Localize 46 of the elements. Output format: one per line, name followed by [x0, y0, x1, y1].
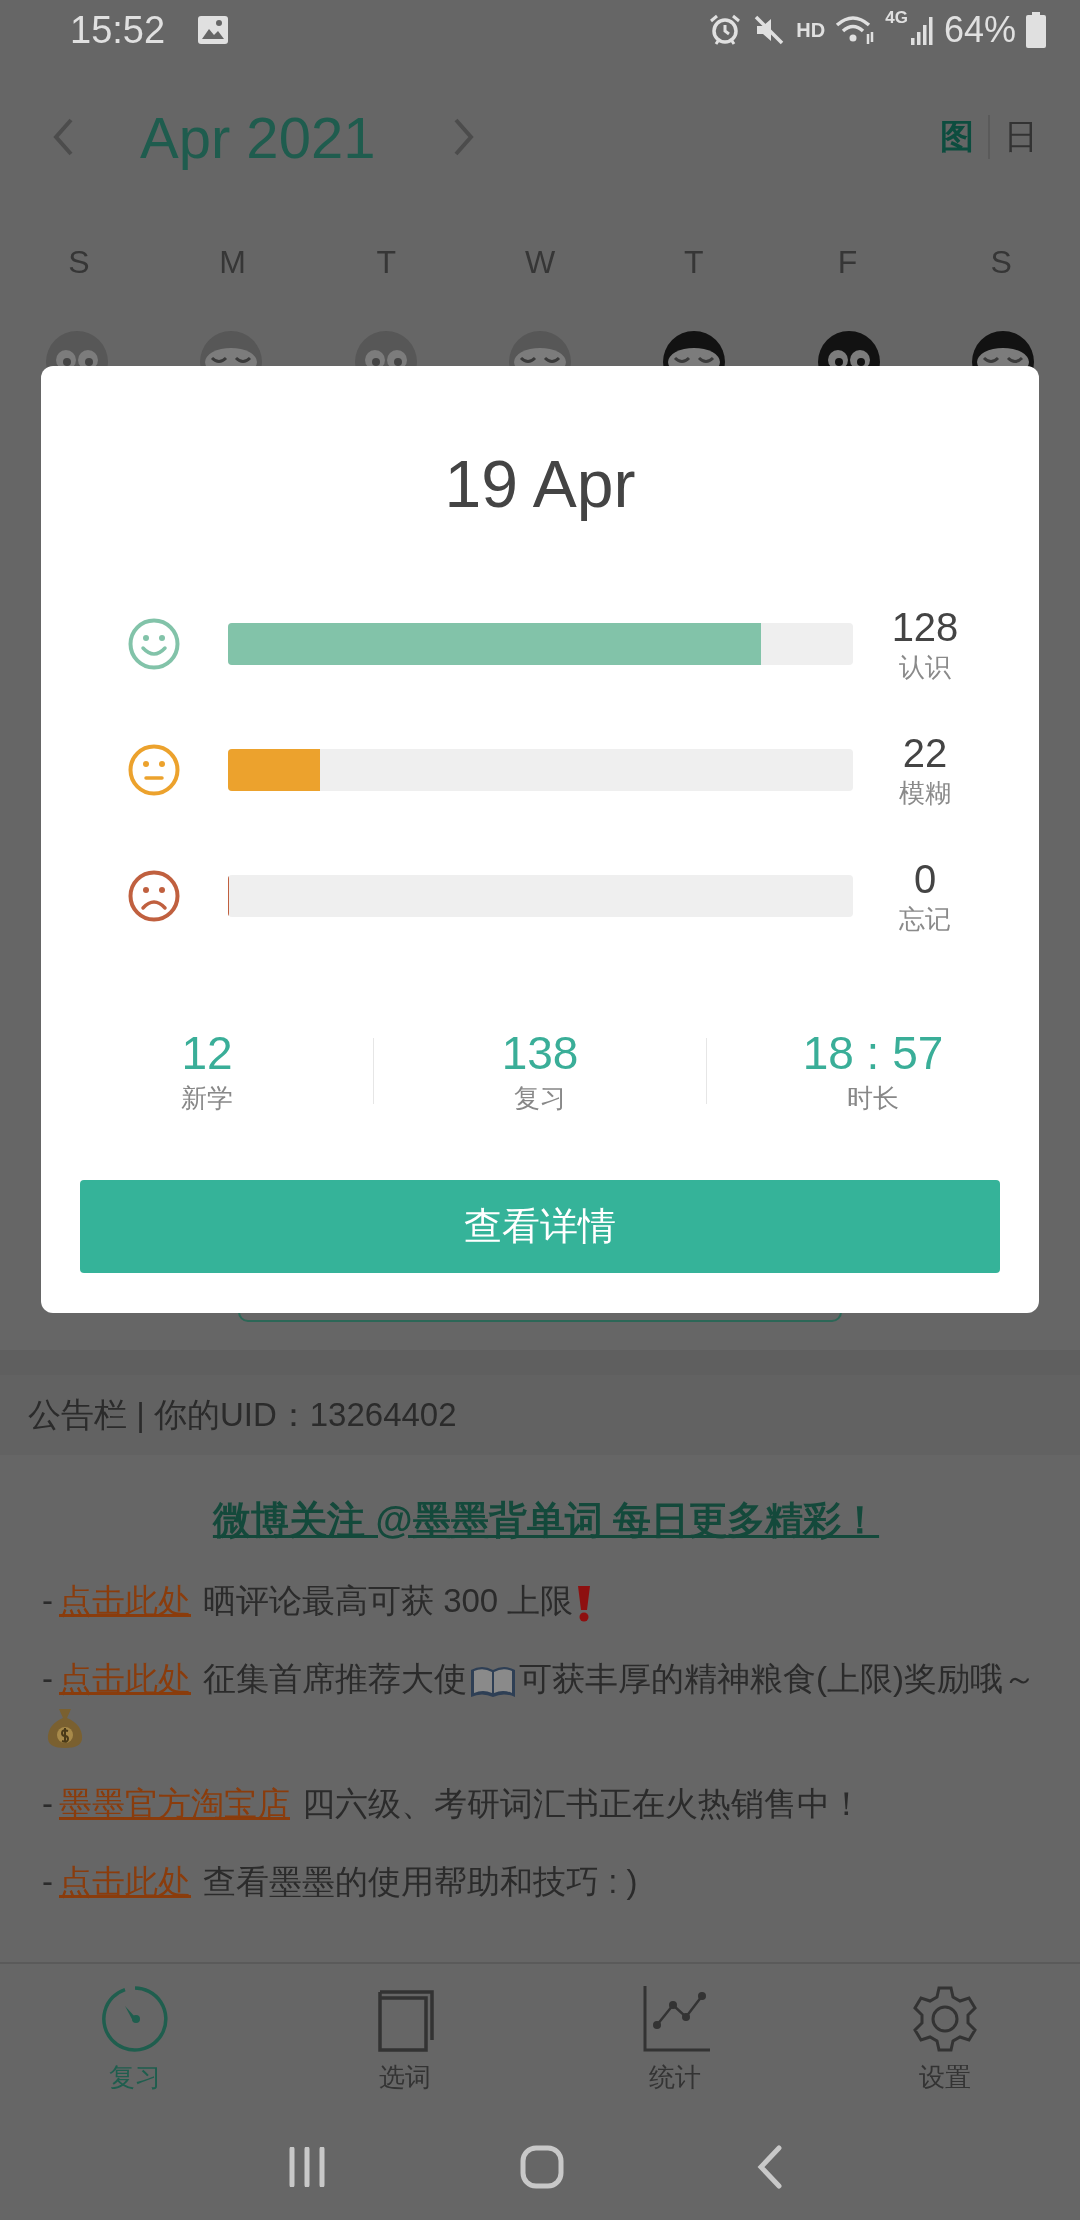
signal-icon [909, 14, 934, 46]
list-dash: - [42, 1785, 53, 1823]
bulletin-link[interactable]: 点击此处 [59, 1582, 191, 1619]
bulletin-header: 公告栏 | 你的UID：13264402 [0, 1375, 1080, 1455]
stat-label: 时长 [847, 1082, 899, 1115]
bulletin-link[interactable]: 墨墨官方淘宝店 [59, 1785, 290, 1823]
bulletin-text: 四六级、考研词汇书正在火热销售中！ [302, 1785, 863, 1823]
list-dash: - [42, 1863, 53, 1901]
count-label: 认识 [899, 651, 951, 684]
list-dash: - [42, 1582, 53, 1619]
bulletin-link[interactable]: 点击此处 [59, 1660, 191, 1697]
alarm-icon [708, 13, 743, 47]
bulletin-text: 征集首席推荐大使 [203, 1660, 467, 1697]
open-book-icon [470, 1664, 516, 1699]
wifi-icon [835, 14, 876, 46]
count-value: 22 [902, 730, 948, 776]
home-icon[interactable] [520, 2145, 564, 2189]
count-label: 忘记 [899, 903, 951, 936]
month-title: Apr 2021 [140, 103, 376, 171]
list-dash: - [42, 1660, 53, 1697]
hd-label: HD [796, 18, 826, 42]
bulletin-link[interactable]: 点击此处 [59, 1863, 191, 1901]
exclamation-icon [576, 1584, 593, 1623]
stat-label: 新学 [181, 1082, 233, 1115]
bulletin-text: 查看墨墨的使用帮助和技巧 : ) [203, 1863, 638, 1901]
status-time: 15:52 [70, 8, 166, 52]
dialog-title: 19 Apr [443, 446, 637, 522]
stopwatch-icon [100, 1983, 170, 2054]
count-value: 0 [913, 856, 937, 902]
stat-value: 138 [501, 1026, 579, 1080]
weibo-link[interactable]: 微博关注 @墨墨背单词 每日更多精彩！ [212, 1499, 880, 1541]
count-label: 模糊 [899, 777, 951, 810]
count-value: 128 [891, 604, 959, 650]
bulletin-text: 可获丰厚的精神粮食(上限)奖励哦～ [519, 1660, 1036, 1697]
stat-value: 18 : 57 [802, 1026, 944, 1080]
bulletin-text: 晒评论最高可获 300 上限 [203, 1582, 574, 1619]
nav-tab[interactable]: 复习 [0, 1964, 270, 2114]
stat-value: 12 [181, 1026, 233, 1080]
image-icon [197, 15, 230, 45]
battery-icon [1026, 12, 1046, 48]
view-tab[interactable]: 图 [932, 114, 982, 160]
network-label: 4G [885, 8, 908, 28]
back-icon[interactable] [757, 2145, 784, 2189]
stat-label: 复习 [514, 1082, 566, 1115]
battery-percent: 64% [943, 9, 1016, 51]
details-button[interactable]: 查看详情 [80, 1180, 1000, 1273]
